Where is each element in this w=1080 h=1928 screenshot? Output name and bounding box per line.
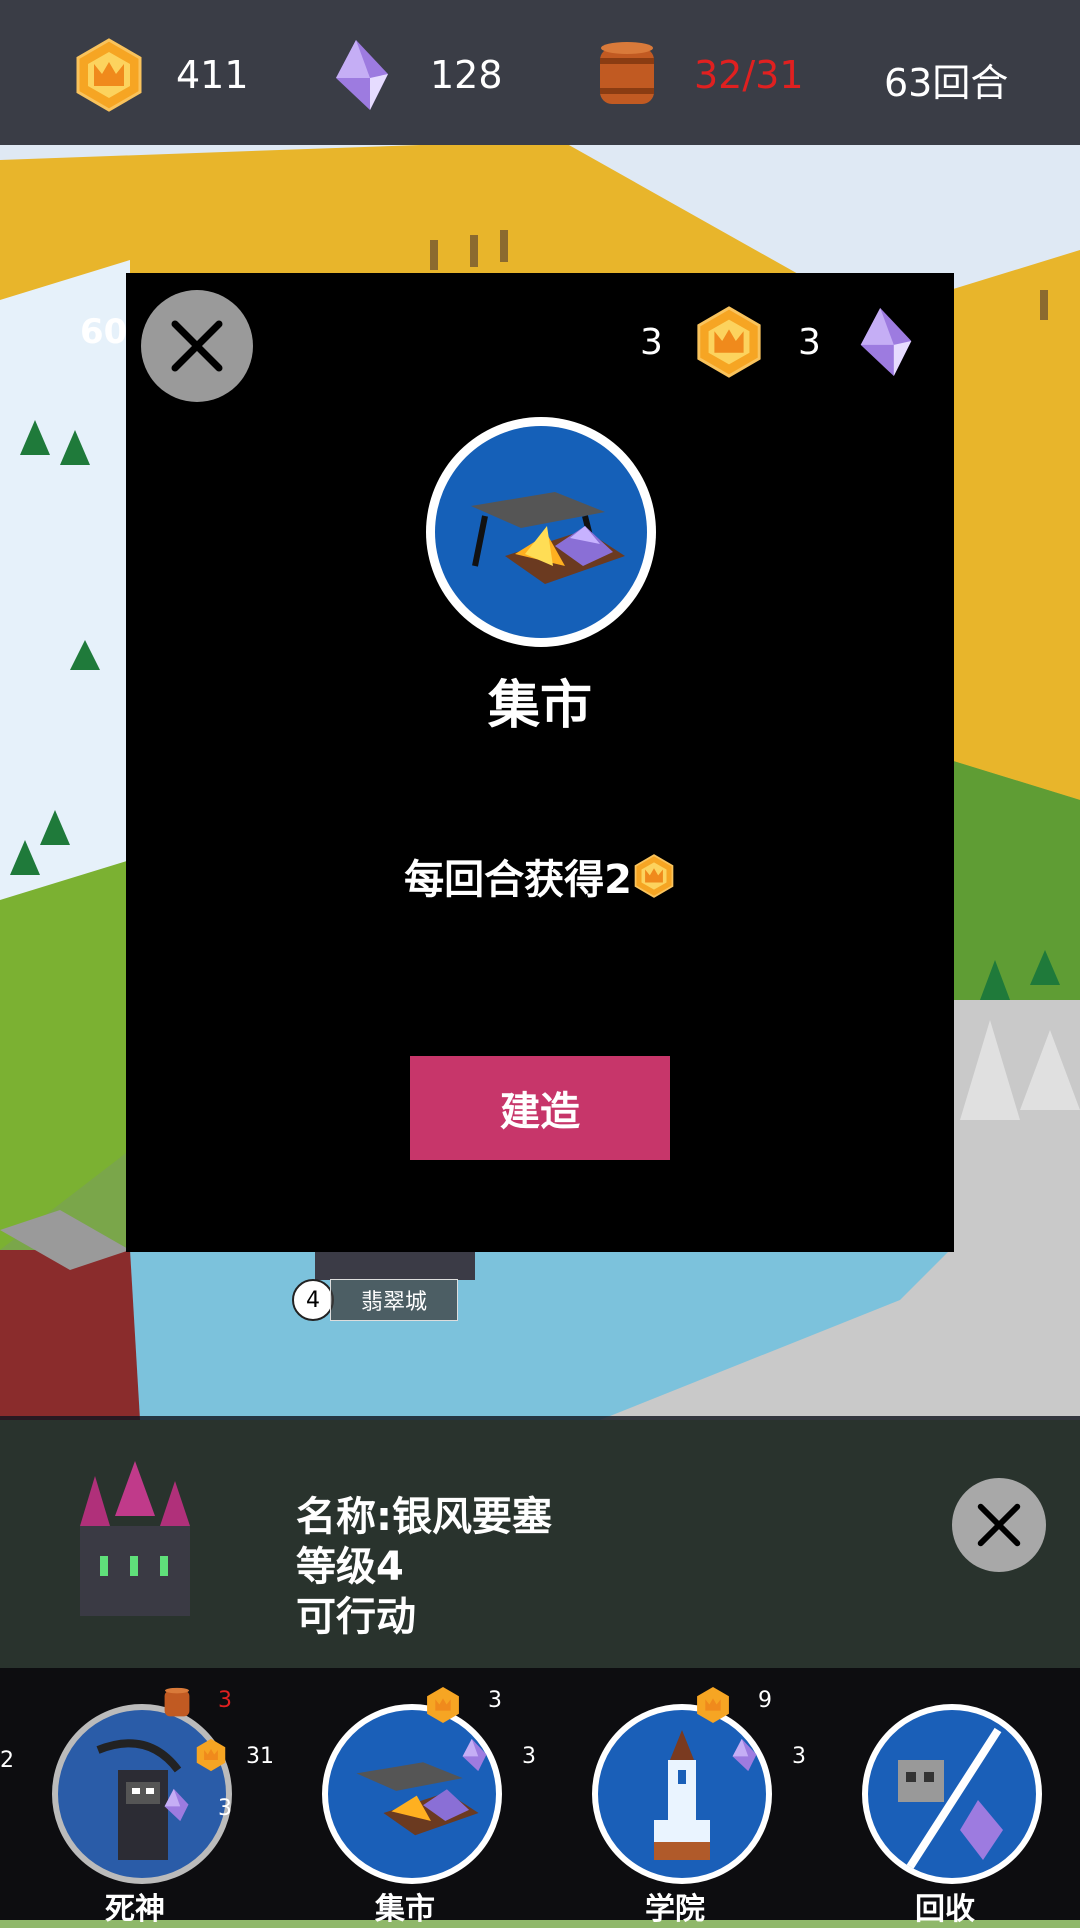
- academy-gem-cost: 3: [792, 1744, 806, 1769]
- gold-crown-icon: [427, 1687, 459, 1723]
- modal-close-button[interactable]: [141, 290, 253, 402]
- academy-gold-cost: 9: [758, 1688, 772, 1713]
- building-portrait: [426, 417, 656, 647]
- unit-status: 可行动: [296, 1594, 416, 1640]
- city-level-badge: 4: [292, 1279, 334, 1321]
- cost-gems: 3: [798, 306, 923, 378]
- gem-value: 128: [430, 53, 503, 97]
- purple-gem-icon: [732, 1738, 757, 1772]
- gold-crown-icon: [76, 38, 142, 112]
- population-counter: 32/31: [590, 38, 804, 112]
- action-recycle[interactable]: 回收: [810, 1686, 1080, 1927]
- recycle-label: 回收: [915, 1892, 975, 1927]
- barrel-icon: [164, 1687, 190, 1717]
- barrel-icon: [600, 42, 654, 104]
- reaper-pop-cost: 3: [218, 1688, 232, 1713]
- market-icon: [356, 1762, 479, 1836]
- city-name: 翡翠城: [330, 1279, 459, 1321]
- purple-gem-icon: [164, 1788, 189, 1822]
- gold-counter: 411: [72, 38, 249, 112]
- gold-crown-icon: [697, 1687, 729, 1723]
- gold-crown-icon: [196, 1738, 226, 1772]
- gold-crown-icon: [697, 306, 761, 378]
- reaper-gem-cost: 3: [218, 1796, 232, 1821]
- market-icon: [471, 492, 625, 584]
- map-floating-number: 60: [80, 312, 128, 352]
- action-academy[interactable]: 9 3 学院: [540, 1686, 810, 1927]
- cost-gold-value: 3: [640, 321, 663, 363]
- gem-counter: 128: [326, 38, 503, 112]
- turn-counter: 63回合: [884, 61, 1009, 105]
- panel-close-button[interactable]: [952, 1478, 1046, 1572]
- action-market[interactable]: 3 3 集市: [270, 1686, 540, 1927]
- reaper-icon: [96, 1739, 182, 1860]
- description-text: 每回合获得2: [404, 857, 632, 903]
- population-value: 32/31: [694, 53, 804, 97]
- close-icon: [171, 320, 223, 372]
- action-reaper[interactable]: 3 31 3 死神: [0, 1686, 274, 1927]
- recycle-icon: [898, 1727, 1003, 1873]
- close-icon: [977, 1503, 1021, 1547]
- action-bar: 2 3 31 3 死神 3 3 集市 9 3 学院 回收: [0, 1668, 1080, 1927]
- cost-gold: 3: [640, 306, 765, 378]
- reaper-label: 死神: [105, 1892, 165, 1927]
- purple-gem-icon: [860, 307, 912, 377]
- market-gold-cost: 3: [488, 1688, 502, 1713]
- city-label[interactable]: 4 翡翠城: [292, 1279, 459, 1321]
- gold-value: 411: [176, 53, 249, 97]
- building-description: 每回合获得2: [126, 847, 954, 905]
- gold-crown-icon: [634, 854, 674, 898]
- fortress-icon: [80, 1461, 190, 1616]
- top-resource-bar: 411 128 32/31 63回合: [0, 0, 1080, 145]
- build-button[interactable]: 建造: [410, 1056, 670, 1160]
- selected-unit-panel: 名称:银风要塞 等级4 可行动: [0, 1416, 1080, 1668]
- cost-gems-value: 3: [798, 321, 821, 363]
- building-title: 集市: [487, 676, 592, 736]
- academy-icon: [654, 1730, 710, 1860]
- academy-label: 学院: [645, 1892, 705, 1927]
- build-modal: 3 3 集市 每回合获得2 建造: [126, 273, 954, 1252]
- market-label: 集市: [375, 1892, 435, 1927]
- market-gem-cost: 3: [522, 1744, 536, 1769]
- purple-gem-icon: [336, 40, 388, 110]
- purple-gem-icon: [462, 1738, 487, 1772]
